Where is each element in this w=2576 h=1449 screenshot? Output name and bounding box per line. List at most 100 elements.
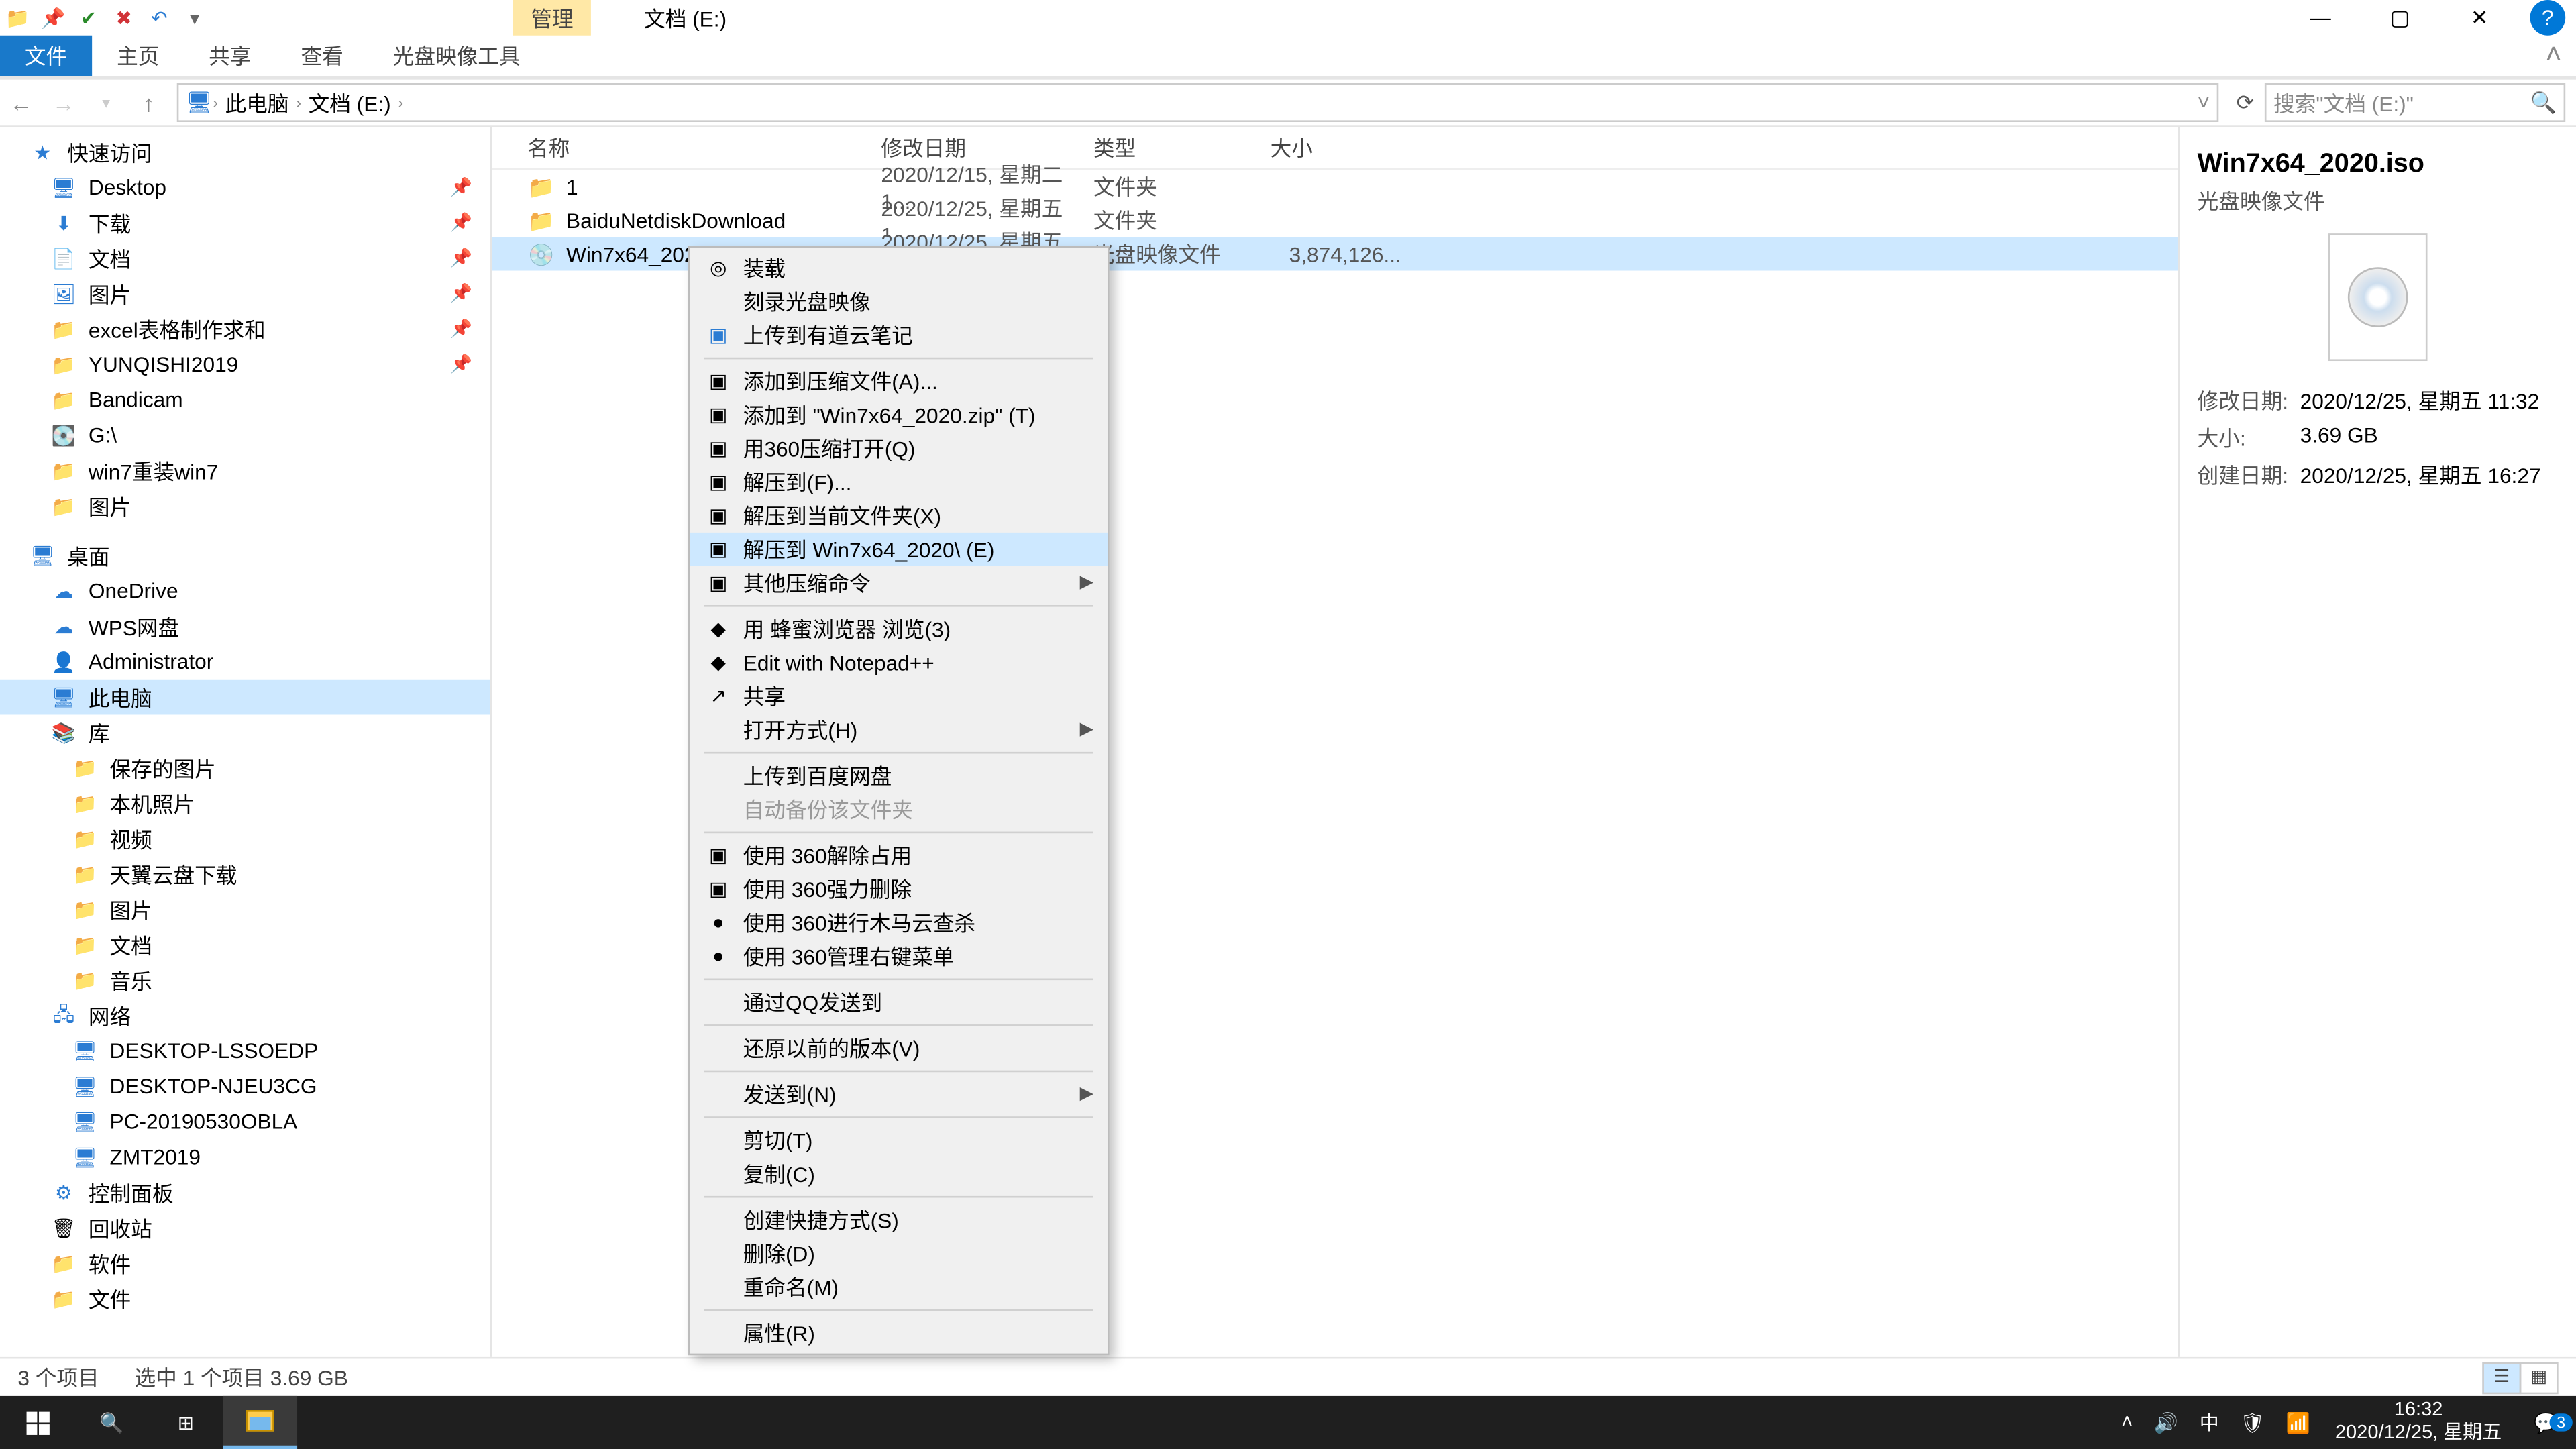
context-menu-item[interactable]: 删除(D)	[690, 1237, 1108, 1271]
tree-item[interactable]: 💽G:\	[0, 417, 490, 453]
search-input[interactable]: 搜索"文档 (E:)" 🔍	[2265, 83, 2565, 122]
qat-undo-icon[interactable]: ↶	[142, 0, 177, 36]
context-menu-item[interactable]: ▣其他压缩命令▶	[690, 566, 1108, 600]
context-menu-item[interactable]: 创建快捷方式(S)	[690, 1203, 1108, 1236]
col-size[interactable]: 大小	[1271, 133, 1412, 163]
tray-volume-icon[interactable]: 🔊	[2143, 1411, 2189, 1434]
tree-item[interactable]: 🖥DESKTOP-NJEU3CG	[0, 1069, 490, 1104]
taskbar-search-button[interactable]: 🔍	[74, 1396, 149, 1449]
tree-item[interactable]: 📁文件	[0, 1281, 490, 1316]
tree-item[interactable]: 📁excel表格制作求和📌	[0, 311, 490, 347]
tree-quick-access[interactable]: ★快速访问	[0, 134, 490, 170]
tree-item[interactable]: 📁Bandicam	[0, 382, 490, 418]
context-menu-item[interactable]: ◆Edit with Notepad++	[690, 646, 1108, 680]
context-menu-item[interactable]: 复制(C)	[690, 1157, 1108, 1191]
tree-desktop[interactable]: 🖥桌面	[0, 538, 490, 574]
tree-item[interactable]: 📁软件	[0, 1246, 490, 1281]
help-button[interactable]: ?	[2530, 0, 2565, 36]
minimize-button[interactable]: —	[2281, 0, 2361, 36]
tray-app-icon[interactable]: 📶	[2275, 1411, 2321, 1434]
context-menu-item[interactable]: ↗共享	[690, 680, 1108, 713]
breadcrumb[interactable]: 🖥 › 此电脑 › 文档 (E:) › ˅	[177, 83, 2219, 122]
tab-disc-tools[interactable]: 光盘映像工具	[368, 36, 545, 76]
taskbar-clock[interactable]: 16:32 2020/12/25, 星期五	[2321, 1399, 2516, 1446]
tree-item[interactable]: 📁音乐	[0, 963, 490, 998]
context-menu-item[interactable]: ▣使用 360强力删除	[690, 872, 1108, 906]
action-center-button[interactable]: 💬3	[2516, 1411, 2576, 1434]
column-headers[interactable]: 名称 修改日期 类型 大小	[492, 127, 2178, 170]
context-menu-item[interactable]: ▣用360压缩打开(Q)	[690, 432, 1108, 466]
breadcrumb-item[interactable]: 此电脑	[218, 88, 296, 118]
tree-item[interactable]: ☁OneDrive	[0, 574, 490, 609]
nav-back-button[interactable]: ←	[0, 89, 42, 116]
context-menu-item[interactable]: 通过QQ发送到	[690, 985, 1108, 1019]
qat-delete-icon[interactable]: ✖	[106, 0, 142, 36]
col-name[interactable]: 名称	[492, 133, 881, 163]
view-icons-button[interactable]: ▦	[2520, 1361, 2559, 1393]
context-menu-item[interactable]: ▣使用 360解除占用	[690, 839, 1108, 872]
context-menu-item[interactable]: ●使用 360管理右键菜单	[690, 939, 1108, 973]
context-menu-item[interactable]: 上传到百度网盘	[690, 759, 1108, 792]
tree-item[interactable]: 📁win7重装win7	[0, 453, 490, 488]
context-menu-item[interactable]: ▣添加到 "Win7x64_2020.zip" (T)	[690, 398, 1108, 431]
context-menu-item[interactable]: ▣上传到有道云笔记	[690, 319, 1108, 352]
tab-share[interactable]: 共享	[184, 36, 276, 76]
start-button[interactable]	[0, 1396, 74, 1449]
taskbar-explorer[interactable]	[223, 1396, 297, 1449]
context-menu-item[interactable]: ▣添加到压缩文件(A)...	[690, 364, 1108, 398]
context-menu-item[interactable]: 属性(R)	[690, 1316, 1108, 1350]
col-date[interactable]: 修改日期	[881, 133, 1093, 163]
context-menu-item[interactable]: ▣解压到当前文件夹(X)	[690, 499, 1108, 533]
close-button[interactable]: ✕	[2440, 0, 2520, 36]
maximize-button[interactable]: ▢	[2360, 0, 2440, 36]
tray-app-icon[interactable]: 🛡	[2230, 1411, 2275, 1434]
nav-up-button[interactable]: ↑	[127, 89, 170, 116]
context-menu-item[interactable]: ◎装载	[690, 252, 1108, 285]
tab-file[interactable]: 文件	[0, 36, 92, 76]
tree-this-pc[interactable]: 🖥此电脑	[0, 680, 490, 715]
tree-item[interactable]: 📁图片	[0, 892, 490, 927]
tree-item[interactable]: 🖥Desktop📌	[0, 170, 490, 205]
taskview-button[interactable]: ⊞	[149, 1396, 223, 1449]
tree-item[interactable]: ☁WPS网盘	[0, 608, 490, 644]
context-menu-item[interactable]: 还原以前的版本(V)	[690, 1032, 1108, 1065]
context-menu-item[interactable]: ◆用 蜂蜜浏览器 浏览(3)	[690, 612, 1108, 646]
tree-item[interactable]: ⚙控制面板	[0, 1175, 490, 1210]
view-details-button[interactable]: ☰	[2482, 1361, 2521, 1393]
tree-item[interactable]: 👤Administrator	[0, 644, 490, 680]
tree-item[interactable]: 🖥DESKTOP-LSSOEDP	[0, 1033, 490, 1069]
context-menu-item[interactable]: 刻录光盘映像	[690, 285, 1108, 319]
tree-item[interactable]: 📁视频	[0, 821, 490, 857]
tree-libraries[interactable]: 📚库	[0, 715, 490, 751]
col-type[interactable]: 类型	[1093, 133, 1271, 163]
tray-overflow-icon[interactable]: ˄	[2110, 1412, 2143, 1434]
tab-view[interactable]: 查看	[276, 36, 368, 76]
search-icon[interactable]: 🔍	[2530, 91, 2557, 115]
tree-item[interactable]: 📁YUNQISHI2019📌	[0, 347, 490, 382]
tree-item[interactable]: 🖥PC-20190530OBLA	[0, 1104, 490, 1140]
address-dropdown-icon[interactable]: ˅	[2198, 91, 2210, 115]
tray-ime[interactable]: 中	[2189, 1408, 2230, 1436]
ribbon-context-tab[interactable]: 管理	[513, 0, 591, 36]
tree-item[interactable]: 🗑回收站	[0, 1210, 490, 1246]
tree-item[interactable]: 📁本机照片	[0, 786, 490, 821]
table-row[interactable]: 📁BaiduNetdiskDownload 2020/12/25, 星期五 1.…	[492, 203, 2178, 237]
tree-item[interactable]: 📁保存的图片	[0, 750, 490, 786]
system-tray[interactable]: ˄ 🔊 中 🛡 📶 16:32 2020/12/25, 星期五 💬3	[2110, 1399, 2576, 1446]
nav-forward-button[interactable]: →	[42, 89, 85, 116]
context-menu-item[interactable]: ▣解压到(F)...	[690, 466, 1108, 499]
taskbar[interactable]: 🔍 ⊞ ˄ 🔊 中 🛡 📶 16:32 2020/12/25, 星期五 💬3	[0, 1396, 2576, 1449]
context-menu-item[interactable]: ●使用 360进行木马云查杀	[690, 906, 1108, 939]
tree-item[interactable]: 🖼图片📌	[0, 276, 490, 311]
context-menu-item[interactable]: 剪切(T)	[690, 1124, 1108, 1157]
tree-item[interactable]: 🖥ZMT2019	[0, 1139, 490, 1175]
context-menu-item[interactable]: 打开方式(H)▶	[690, 713, 1108, 747]
tree-item[interactable]: ⬇下载📌	[0, 205, 490, 241]
context-menu-item[interactable]: ▣解压到 Win7x64_2020\ (E)	[690, 533, 1108, 566]
qat-dropdown-icon[interactable]: ▾	[177, 0, 213, 36]
context-menu-item[interactable]: 发送到(N)▶	[690, 1077, 1108, 1111]
tree-item[interactable]: 📁图片	[0, 488, 490, 524]
tree-item[interactable]: 📁天翼云盘下载	[0, 857, 490, 892]
nav-tree[interactable]: ★快速访问 🖥Desktop📌 ⬇下载📌 📄文档📌 🖼图片📌 📁excel表格制…	[0, 127, 492, 1357]
nav-recent-button[interactable]: ▾	[85, 93, 127, 112]
